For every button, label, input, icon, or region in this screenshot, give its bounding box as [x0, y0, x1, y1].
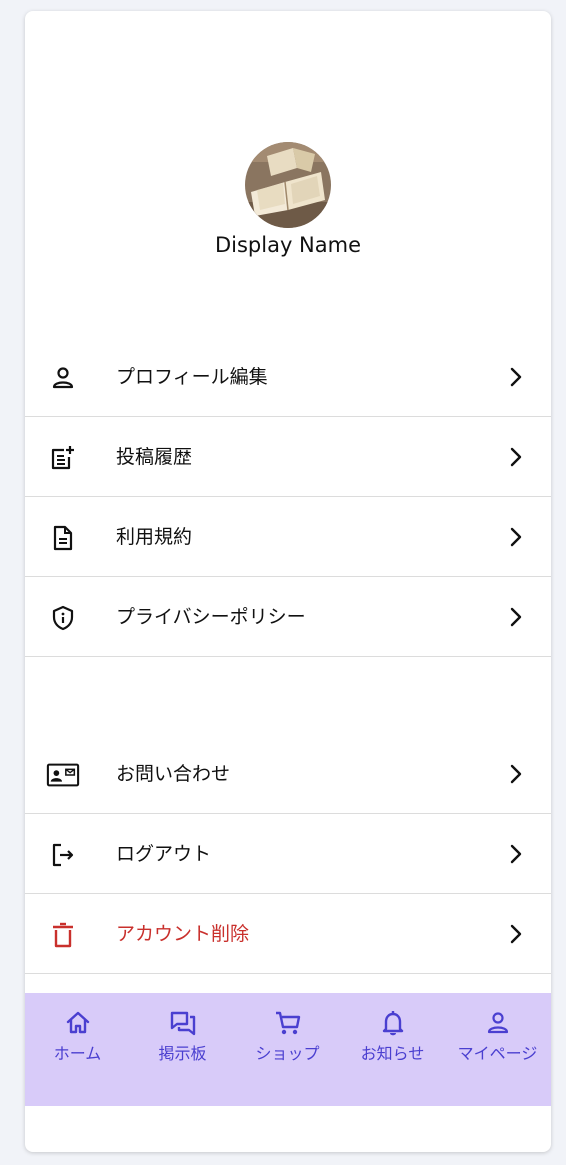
tab-label: お知らせ — [360, 1044, 425, 1063]
tab-notifications[interactable]: お知らせ — [340, 1009, 445, 1069]
menu-item-post-history[interactable]: 投稿履歴 — [25, 417, 551, 497]
menu-item-label: 利用規約 — [116, 526, 193, 548]
menu-item-label: プロフィール編集 — [116, 366, 268, 388]
menu-item-edit-profile[interactable]: プロフィール編集 — [25, 337, 551, 417]
tab-label: ショップ — [255, 1044, 320, 1063]
menu-item-delete-account[interactable]: アカウント削除 — [25, 894, 551, 974]
menu-group-secondary: お問い合わせ ログアウト アカウント削除 — [25, 734, 551, 974]
bottom-tab-bar: ホーム 掲示板 ショップ お知らせ マイページ — [25, 993, 551, 1106]
person-icon — [487, 1012, 508, 1034]
tab-mypage[interactable]: マイページ — [445, 1009, 550, 1069]
trash-icon — [53, 922, 73, 948]
home-icon — [66, 1011, 89, 1034]
menu-group-primary: プロフィール編集 投稿履歴 利用規約 プライバシーポリシー — [25, 337, 551, 657]
menu-item-label: アカウント削除 — [116, 923, 250, 945]
mypage-card: Display Name プロフィール編集 投稿履歴 利用規約 プライバシーポリ… — [25, 11, 551, 1152]
menu-item-privacy-policy[interactable]: プライバシーポリシー — [25, 577, 551, 657]
tab-board[interactable]: 掲示板 — [130, 1009, 235, 1069]
chevron-right-icon — [510, 844, 522, 864]
tab-label: マイページ — [457, 1044, 538, 1063]
chevron-right-icon — [510, 367, 522, 387]
forum-icon — [170, 1011, 195, 1036]
post-add-icon — [51, 446, 74, 470]
bell-icon — [382, 1011, 403, 1036]
menu-item-label: お問い合わせ — [116, 763, 231, 785]
chevron-right-icon — [510, 527, 522, 547]
document-icon — [53, 525, 73, 551]
menu-item-contact[interactable]: お問い合わせ — [25, 734, 551, 814]
tab-home[interactable]: ホーム — [25, 1009, 130, 1069]
tab-shop[interactable]: ショップ — [235, 1009, 340, 1069]
display-name: Display Name — [214, 233, 362, 257]
menu-item-logout[interactable]: ログアウト — [25, 814, 551, 894]
contact-card-icon — [46, 763, 80, 787]
tab-label: ホーム — [53, 1044, 102, 1063]
cart-icon — [275, 1011, 300, 1035]
menu-item-label: 投稿履歴 — [116, 446, 193, 468]
profile-header: Display Name — [25, 11, 551, 337]
chevron-right-icon — [510, 607, 522, 627]
menu-item-label: プライバシーポリシー — [116, 606, 306, 628]
menu-item-terms[interactable]: 利用規約 — [25, 497, 551, 577]
shield-info-icon — [52, 605, 74, 631]
avatar — [245, 142, 331, 228]
person-icon — [52, 367, 74, 389]
chevron-right-icon — [510, 447, 522, 467]
chevron-right-icon — [510, 764, 522, 784]
tab-label: 掲示板 — [158, 1044, 207, 1063]
logout-icon — [52, 843, 74, 867]
chevron-right-icon — [510, 924, 522, 944]
menu-item-label: ログアウト — [116, 843, 212, 865]
